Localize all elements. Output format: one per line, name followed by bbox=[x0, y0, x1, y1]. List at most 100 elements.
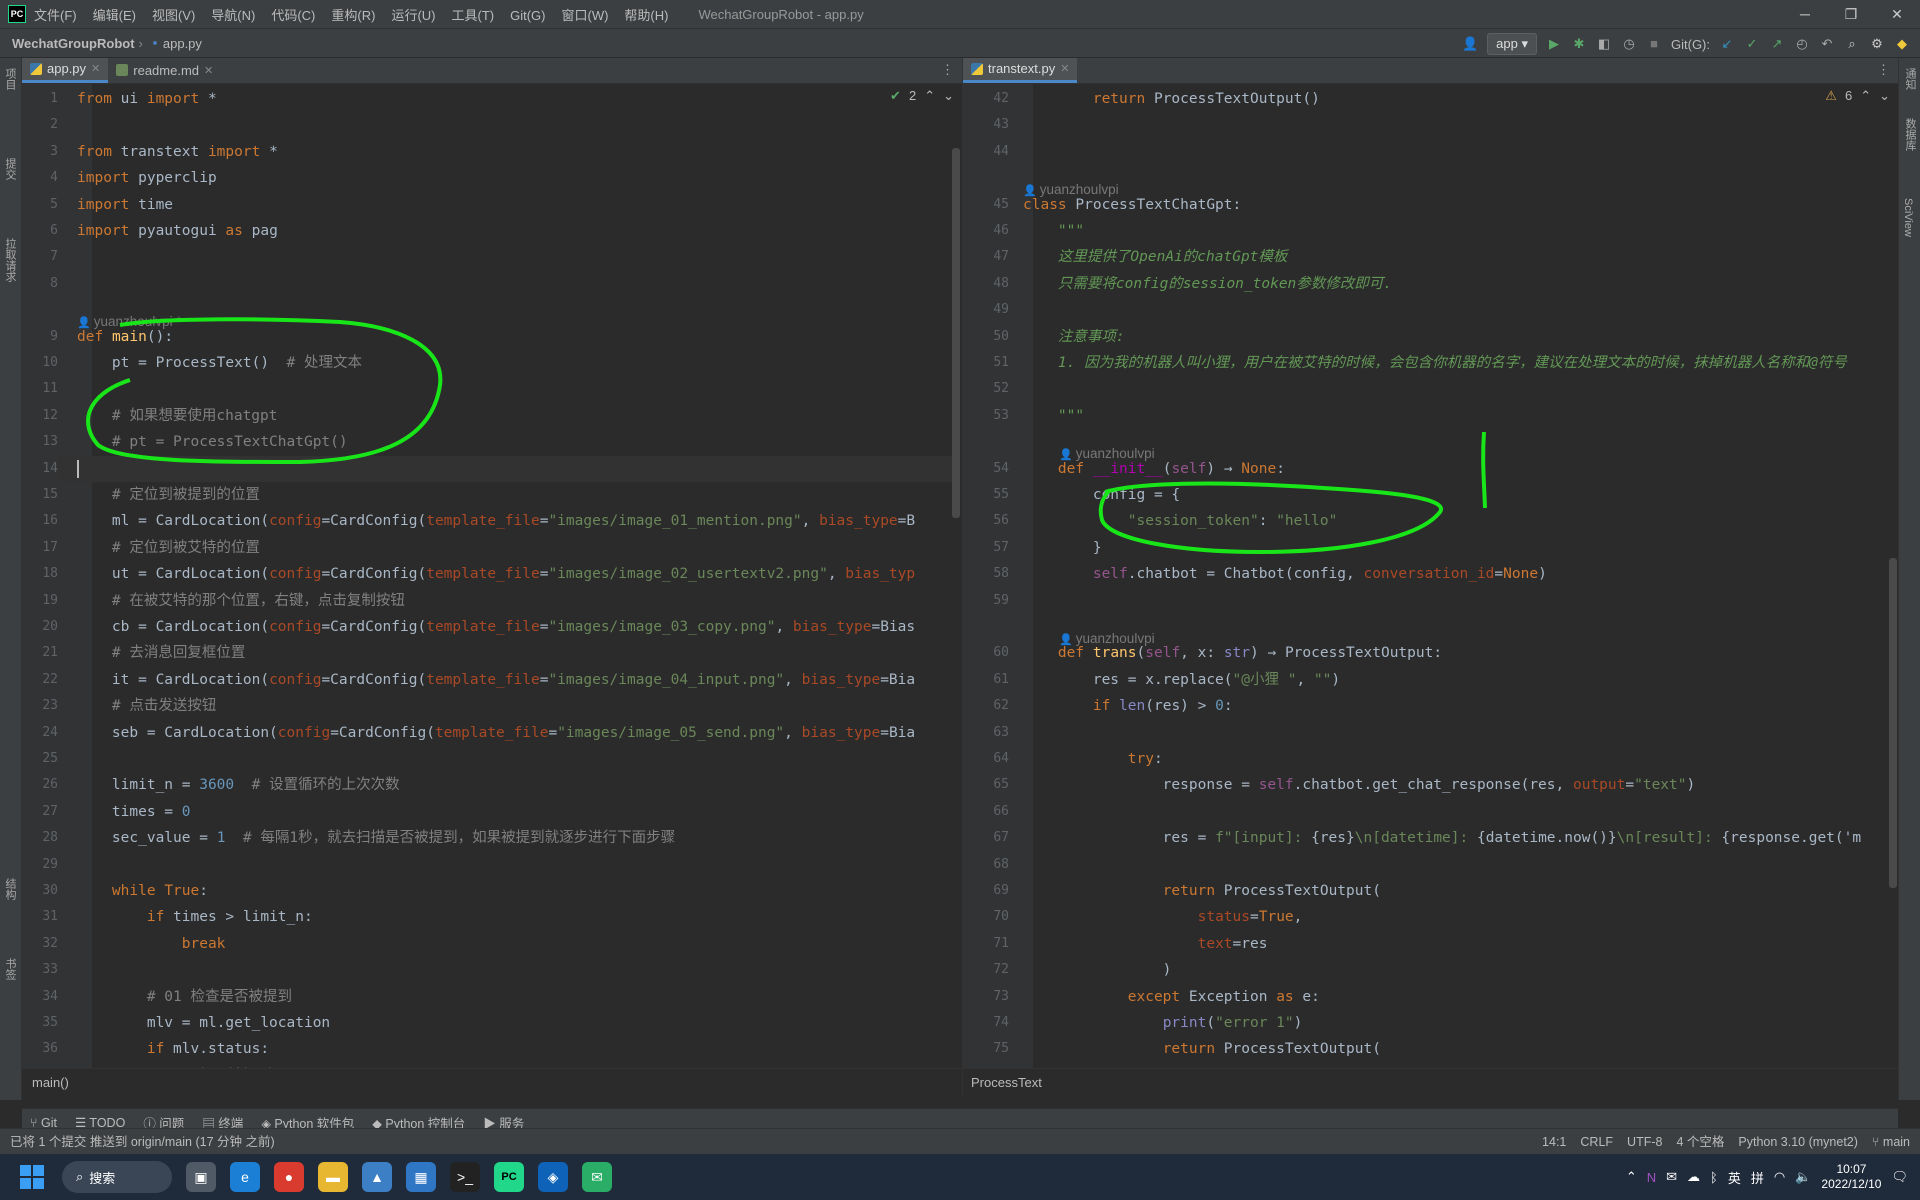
vertical-scrollbar-right[interactable] bbox=[1889, 558, 1897, 888]
edge-icon[interactable]: e bbox=[230, 1162, 260, 1192]
code-breadcrumb-right[interactable]: ProcessText bbox=[963, 1068, 1898, 1096]
git-branch[interactable]: ⑂ main bbox=[1872, 1129, 1910, 1155]
chrome-icon[interactable]: ● bbox=[274, 1162, 304, 1192]
volume-icon[interactable]: 🔈 bbox=[1795, 1169, 1811, 1185]
vscode-icon[interactable]: ◈ bbox=[538, 1162, 568, 1192]
git-push-icon[interactable]: ↗ bbox=[1769, 36, 1785, 52]
menu-item[interactable]: 重构(R) bbox=[331, 8, 375, 23]
run-configuration-select[interactable]: app ▾ bbox=[1487, 33, 1537, 55]
code-editor-right[interactable]: 42 return ProcessTextOutput() 43 44 👤 yuanz… bbox=[963, 84, 1891, 1068]
wechat-icon[interactable]: ✉ bbox=[582, 1162, 612, 1192]
menu-item[interactable]: 视图(V) bbox=[152, 8, 195, 23]
code-token: "images/image_05_send.png" bbox=[557, 724, 785, 741]
ime-language[interactable]: 英 bbox=[1728, 1168, 1741, 1187]
left-tool-2[interactable]: 拉取请求 bbox=[2, 238, 18, 282]
code-token: except bbox=[1127, 988, 1181, 1005]
indent-setting[interactable]: 4 个空格 bbox=[1676, 1129, 1724, 1155]
left-tool-4[interactable]: 书签 bbox=[2, 958, 18, 980]
search-icon[interactable]: ⌕ bbox=[1844, 36, 1860, 52]
user-icon[interactable]: 👤 bbox=[1462, 36, 1478, 52]
onenote-icon[interactable]: N bbox=[1647, 1170, 1656, 1185]
task-view-icon[interactable]: ▣ bbox=[186, 1162, 216, 1192]
debug-icon[interactable]: ✱ bbox=[1571, 36, 1587, 52]
maximize-button[interactable]: ❐ bbox=[1828, 0, 1874, 28]
line-number: 60 bbox=[993, 645, 1009, 661]
store-icon[interactable]: ▦ bbox=[406, 1162, 436, 1192]
ime-mode[interactable]: 拼 bbox=[1751, 1168, 1764, 1187]
terminal-icon[interactable]: >_ bbox=[450, 1162, 480, 1192]
code-token: from bbox=[77, 143, 112, 160]
code-line: mlv = ml.get_location bbox=[77, 1010, 954, 1036]
settings-icon[interactable]: ⚙ bbox=[1869, 36, 1885, 52]
status-message[interactable]: 已将 1 个提交 推送到 origin/main (17 分钟 之前) bbox=[10, 1129, 275, 1155]
code-line: # 去消息回复框位置 bbox=[77, 640, 954, 666]
line-number: 14 bbox=[42, 460, 58, 476]
code-token: pyautogui bbox=[129, 223, 226, 239]
file-explorer-icon[interactable]: ▬ bbox=[318, 1162, 348, 1192]
tray-wechat-icon[interactable]: ✉ bbox=[1666, 1169, 1677, 1185]
profile-icon[interactable]: ◷ bbox=[1621, 36, 1637, 52]
tray-bluetooth-icon[interactable]: ᛒ bbox=[1710, 1170, 1718, 1185]
photos-icon[interactable]: ▲ bbox=[362, 1162, 392, 1192]
menu-item[interactable]: 工具(T) bbox=[451, 8, 494, 23]
wifi-icon[interactable]: ◠ bbox=[1774, 1169, 1785, 1185]
git-commit-icon[interactable]: ✓ bbox=[1744, 36, 1760, 52]
file-encoding[interactable]: UTF-8 bbox=[1627, 1129, 1662, 1155]
tab-label: transtext.py bbox=[988, 61, 1056, 76]
taskbar-search[interactable]: ⌕ 搜索 bbox=[62, 1161, 172, 1193]
right-tool-0[interactable]: 通知 bbox=[1902, 68, 1918, 90]
editor-tab[interactable]: app.py ✕ bbox=[22, 58, 109, 83]
right-tool-2[interactable]: SciView bbox=[1902, 198, 1914, 237]
menu-item[interactable]: 文件(F) bbox=[34, 8, 77, 23]
code-token: """ bbox=[1057, 223, 1085, 239]
menu-item[interactable]: 窗口(W) bbox=[561, 8, 608, 23]
code-line: 只需要将config的session_token参数修改即可. bbox=[1023, 271, 1891, 297]
editor-tab[interactable]: transtext.py ✕ bbox=[963, 58, 1078, 83]
close-tab-icon[interactable]: ✕ bbox=[91, 62, 100, 75]
pycharm-taskbar-icon[interactable]: PC bbox=[494, 1162, 524, 1192]
left-tool-0[interactable]: 项目 bbox=[2, 68, 18, 90]
menu-item[interactable]: 导航(N) bbox=[211, 8, 255, 23]
rollback-icon[interactable]: ↶ bbox=[1819, 36, 1835, 52]
menu-item[interactable]: 编辑(E) bbox=[93, 8, 136, 23]
menu-item[interactable]: Git(G) bbox=[510, 8, 545, 23]
code-line: # 定位到被提到的位置 bbox=[77, 482, 954, 508]
close-tab-icon[interactable]: ✕ bbox=[204, 64, 213, 77]
close-button[interactable]: ✕ bbox=[1874, 0, 1920, 28]
code-token: if bbox=[1092, 698, 1111, 715]
caret-position[interactable]: 14:1 bbox=[1542, 1129, 1566, 1155]
breadcrumb-project[interactable]: WechatGroupRobot bbox=[12, 36, 135, 51]
git-update-icon[interactable]: ↙ bbox=[1719, 36, 1735, 52]
line-number: 52 bbox=[993, 381, 1009, 397]
stop-icon[interactable]: ■ bbox=[1646, 36, 1662, 52]
clock[interactable]: 10:07 2022/12/10 bbox=[1821, 1162, 1881, 1192]
history-icon[interactable]: ◴ bbox=[1794, 36, 1810, 52]
right-tool-1[interactable]: 数据库 bbox=[1902, 118, 1918, 151]
run-icon[interactable]: ▶ bbox=[1546, 36, 1562, 52]
code-editor-left[interactable]: 1 from ui import * 2 3 from transtext import… bbox=[22, 84, 954, 1068]
more-icon[interactable]: ⋮ bbox=[941, 62, 954, 78]
notification-icon[interactable]: 🗨 bbox=[1891, 1169, 1908, 1185]
editor-tab[interactable]: readme.md ✕ bbox=[108, 58, 221, 83]
jetbrains-icon[interactable]: ◆ bbox=[1894, 36, 1910, 52]
vertical-scrollbar-left[interactable] bbox=[952, 148, 960, 518]
tray-cloud-icon[interactable]: ☁ bbox=[1687, 1169, 1700, 1185]
line-number: 7 bbox=[50, 249, 58, 265]
menu-item[interactable]: 代码(C) bbox=[271, 8, 315, 23]
line-separator[interactable]: CRLF bbox=[1580, 1129, 1613, 1155]
menu-item[interactable]: 帮助(H) bbox=[624, 8, 668, 23]
left-tool-1[interactable]: 提交 bbox=[2, 158, 18, 180]
code-breadcrumb-left[interactable]: main() bbox=[22, 1068, 962, 1096]
breadcrumb-file[interactable]: app.py bbox=[163, 36, 202, 51]
line-number: 33 bbox=[42, 962, 58, 978]
python-interpreter[interactable]: Python 3.10 (mynet2) bbox=[1738, 1129, 1858, 1155]
windows-start-icon[interactable] bbox=[20, 1165, 44, 1189]
close-tab-icon[interactable]: ✕ bbox=[1060, 62, 1069, 75]
menu-item[interactable]: 运行(U) bbox=[391, 8, 435, 23]
coverage-icon[interactable]: ◧ bbox=[1596, 36, 1612, 52]
left-tool-3[interactable]: 结构 bbox=[2, 878, 18, 900]
minimize-button[interactable]: ─ bbox=[1782, 0, 1828, 28]
tray-chevron-icon[interactable]: ⌃ bbox=[1626, 1169, 1637, 1185]
more-icon[interactable]: ⋮ bbox=[1877, 62, 1890, 78]
